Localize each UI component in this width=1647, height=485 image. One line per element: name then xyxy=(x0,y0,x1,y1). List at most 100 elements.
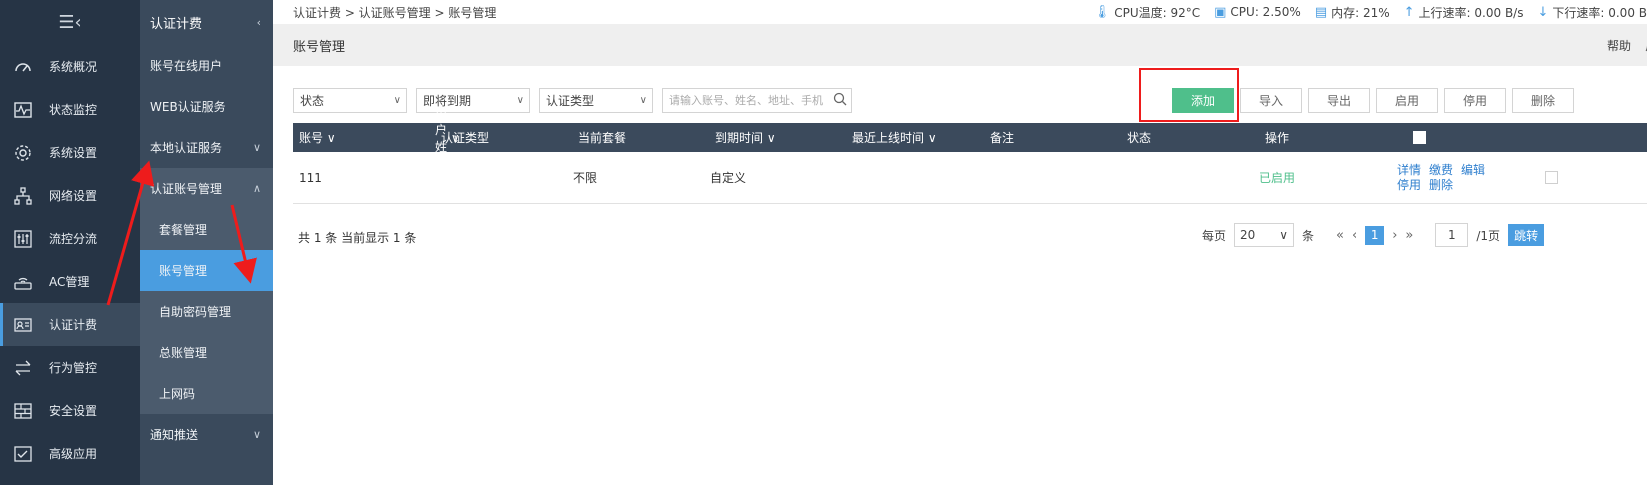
subnav-item-label: 通知推送 xyxy=(150,428,199,442)
export-button[interactable]: 导出 xyxy=(1308,88,1370,113)
detail-link[interactable]: 详情 xyxy=(1397,163,1421,178)
subnav-item-local-auth[interactable]: 本地认证服务 ∨ xyxy=(140,127,273,168)
cell-status-badge: 已启用 xyxy=(1259,171,1296,185)
delete-button[interactable]: 删除 xyxy=(1512,88,1574,113)
subnav-item-online-users[interactable]: 账号在线用户 xyxy=(140,45,273,86)
gear-icon xyxy=(12,142,34,164)
pay-link[interactable]: 缴费 xyxy=(1429,163,1453,178)
row-checkbox[interactable] xyxy=(1545,171,1558,184)
enable-button[interactable]: 启用 xyxy=(1376,88,1438,113)
edit-link[interactable]: 编辑 xyxy=(1461,163,1485,178)
sidebar-item-system-settings[interactable]: 系统设置 xyxy=(0,131,140,174)
auth-type-filter-select[interactable]: 认证类型 ∨ xyxy=(539,88,653,113)
breadcrumb: 认证计费 > 认证账号管理 > 账号管理 xyxy=(293,5,497,20)
cpu-stat: ▣ CPU: 2.50% xyxy=(1214,5,1301,20)
subnav-item-web-auth[interactable]: WEB认证服务 xyxy=(140,86,273,127)
per-page-value: 20 xyxy=(1240,228,1256,242)
chevron-down-icon: ∨ xyxy=(927,130,937,145)
prev-page-icon[interactable]: ‹ xyxy=(1352,228,1357,243)
subnav-item-label: 自助密码管理 xyxy=(159,305,232,319)
jump-button[interactable]: 跳转 xyxy=(1508,224,1545,246)
help-link[interactable]: 帮助 xyxy=(1607,37,1631,54)
subnav-item-packages[interactable]: 套餐管理 xyxy=(140,209,273,250)
download-text: 下行速率: 0.00 B xyxy=(1552,5,1647,20)
search-icon[interactable] xyxy=(833,92,847,109)
delete-link[interactable]: 删除 xyxy=(1429,178,1453,193)
subnav-item-self-password[interactable]: 自助密码管理 xyxy=(140,291,273,332)
subnav-title-text: 认证计费 xyxy=(150,17,203,32)
sidebar-item-advanced-apps[interactable]: 高级应用 xyxy=(0,432,140,475)
sidebar-item-auth-billing[interactable]: 认证计费 xyxy=(0,303,140,346)
chip-icon: ▣ xyxy=(1214,4,1227,20)
row-actions: 详情 缴费 编辑 停用 删除 xyxy=(1397,163,1507,193)
sidebar-item-label: AC管理 xyxy=(49,275,90,289)
per-page-label: 每页 xyxy=(1202,228,1227,243)
current-page-button[interactable]: 1 xyxy=(1365,225,1385,245)
disable-button[interactable]: 停用 xyxy=(1444,88,1506,113)
sidebar-item-security-settings[interactable]: 安全设置 xyxy=(0,389,140,432)
subnav-item-label: 账号在线用户 xyxy=(150,59,223,73)
search-input[interactable] xyxy=(669,94,829,107)
subnav-title: 认证计费 ‹ xyxy=(140,0,273,45)
sidebar-item-network-settings[interactable]: 网络设置 xyxy=(0,174,140,217)
cpu-text: CPU: 2.50% xyxy=(1230,5,1301,19)
page-header: 账号管理 帮助 反 xyxy=(273,24,1647,66)
col-status-label: 状态 xyxy=(1127,131,1152,145)
col-remark-label: 备注 xyxy=(990,131,1015,145)
thermometer-icon: 🌡︎ xyxy=(1093,4,1111,20)
sidebar-item-traffic-control[interactable]: 流控分流 xyxy=(0,217,140,260)
page-title: 账号管理 xyxy=(293,39,346,55)
annotation-highlight-box xyxy=(1139,68,1239,122)
col-auth-type: 认证类型 xyxy=(298,129,572,146)
sidebar-item-overview[interactable]: 系统概况 xyxy=(0,45,140,88)
subnav-item-label: 套餐管理 xyxy=(159,223,208,237)
subnav-item-auth-accounts[interactable]: 认证账号管理 ∧ xyxy=(140,168,273,209)
memory-stat: ▤ 内存: 21% xyxy=(1315,4,1390,21)
subnav-item-account-management[interactable]: 账号管理 xyxy=(140,250,273,291)
arrow-down-icon: ↓ xyxy=(1537,4,1549,20)
subnav-item-ledger[interactable]: 总账管理 xyxy=(140,332,273,373)
pagination: 每页 20 ∨ 条 « ‹ 1 › » 1 /1页 跳转 xyxy=(1202,223,1545,247)
chevron-down-icon: ∨ xyxy=(1279,228,1289,242)
subnav-item-access-code[interactable]: 上网码 xyxy=(140,373,273,414)
first-page-icon[interactable]: « xyxy=(1336,228,1344,243)
disable-link[interactable]: 停用 xyxy=(1397,178,1421,193)
col-package: 当前套餐 xyxy=(572,129,709,146)
page-number-input[interactable]: 1 xyxy=(1435,223,1469,247)
memory-text: 内存: 21% xyxy=(1331,5,1390,20)
network-icon xyxy=(12,185,34,207)
chevron-up-icon: ∧ xyxy=(252,182,261,195)
checklist-icon xyxy=(12,443,34,465)
select-all-checkbox[interactable] xyxy=(1413,131,1426,144)
accounts-table: 账号 ∨ 用户姓名 ∨ 认证类型 当前套餐 到期时间 ∨ 最近上线时间 ∨ 备注… xyxy=(293,106,1647,204)
col-ops: 操作 xyxy=(1259,129,1407,146)
subnav-item-label: 认证账号管理 xyxy=(150,182,223,196)
subnav-item-notifications[interactable]: 通知推送 ∨ xyxy=(140,414,273,455)
col-last-online[interactable]: 最近上线时间 ∨ xyxy=(846,129,984,146)
download-stat: ↓ 下行速率: 0.00 B xyxy=(1537,4,1647,21)
arrow-up-icon: ↑ xyxy=(1403,4,1415,20)
chevron-down-icon: ∨ xyxy=(639,95,647,106)
sidebar-item-label: 系统概况 xyxy=(49,60,98,74)
cell-account: 111 xyxy=(299,170,322,185)
table-row: 111 不限 自定义 已启用 详情 缴费 编辑 停用 删除 xyxy=(293,152,1647,204)
per-page-select[interactable]: 20 ∨ xyxy=(1234,223,1295,247)
sidebar-item-status-monitor[interactable]: 状态监控 xyxy=(0,88,140,131)
sidebar-item-behavior-control[interactable]: 行为管控 xyxy=(0,346,140,389)
swap-arrows-icon xyxy=(12,357,34,379)
sidebar-toggle-icon[interactable]: ☰‹ xyxy=(0,0,140,45)
sidebar-item-ac-management[interactable]: AC管理 xyxy=(0,260,140,303)
sidebar-item-label: 认证计费 xyxy=(49,318,98,332)
col-expire[interactable]: 到期时间 ∨ xyxy=(709,129,846,146)
next-page-icon[interactable]: › xyxy=(1392,228,1397,243)
collapse-subnav-icon[interactable]: ‹ xyxy=(257,16,261,29)
upload-text: 上行速率: 0.00 B/s xyxy=(1418,5,1524,20)
pulse-icon xyxy=(12,99,34,121)
chevron-down-icon: ∨ xyxy=(252,141,261,154)
import-button[interactable]: 导入 xyxy=(1240,88,1302,113)
system-stats: 🌡︎ CPU温度: 92°C ▣ CPU: 2.50% ▤ 内存: 21% ↑ 上行速率… xyxy=(1094,4,1647,21)
last-page-icon[interactable]: » xyxy=(1405,228,1413,243)
sidebar-item-label: 高级应用 xyxy=(49,447,98,461)
id-card-icon xyxy=(12,314,34,336)
sidebar-item-label: 行为管控 xyxy=(49,361,98,375)
